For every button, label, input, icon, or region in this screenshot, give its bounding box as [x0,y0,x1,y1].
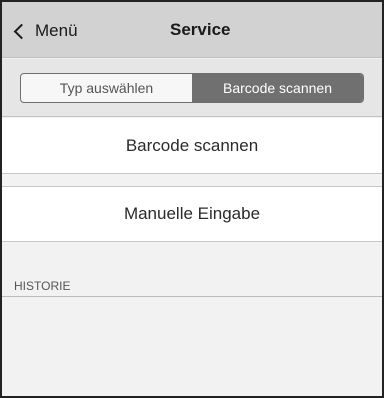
segment-bar: Typ auswählen Barcode scannen [2,59,382,117]
scan-barcode-button[interactable]: Barcode scannen [2,118,382,174]
navigation-bar: Menü Service [2,2,382,58]
app-screen: Menü Service Typ auswählen Barcode scann… [0,0,384,398]
history-header-label: HISTORIE [14,279,71,293]
history-list [2,298,382,396]
segment-type-select[interactable]: Typ auswählen [21,74,192,102]
back-button-label: Menü [35,21,78,40]
back-button[interactable]: Menü [13,20,78,42]
segmented-control: Typ auswählen Barcode scannen [20,73,364,103]
segment-barcode-scan[interactable]: Barcode scannen [192,74,363,102]
manual-entry-button[interactable]: Manuelle Eingabe [2,186,382,242]
history-section-header: HISTORIE [2,243,382,297]
chevron-left-icon [13,23,30,40]
page-title: Service [170,20,231,39]
